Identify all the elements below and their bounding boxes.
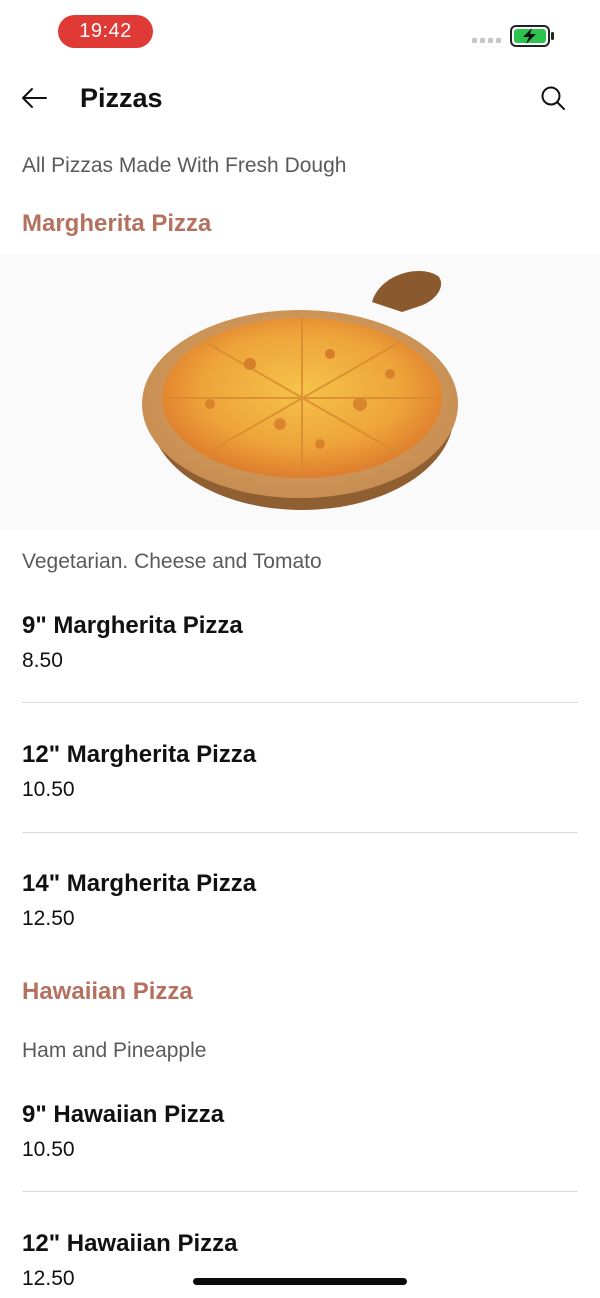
nav-bar: Pizzas: [0, 64, 600, 132]
item-price: 10.50: [22, 1138, 75, 1161]
battery-charging-icon: [510, 25, 556, 47]
menu-item[interactable]: 9" Margherita Pizza 8.50: [0, 610, 600, 738]
item-name: 14" Margherita Pizza: [22, 870, 257, 897]
category-title-hawaiian: Hawaiian Pizza: [22, 978, 193, 1005]
item-price: 12.50: [22, 1267, 75, 1290]
home-indicator[interactable]: [193, 1278, 407, 1285]
item-name: 9" Margherita Pizza: [22, 612, 243, 639]
search-button[interactable]: [530, 78, 576, 118]
category-title-margherita: Margherita Pizza: [22, 210, 212, 237]
menu-item[interactable]: 12" Hawaiian Pizza 12.50: [0, 1228, 600, 1298]
pizza-image: [0, 254, 600, 530]
signal-dots-icon: [472, 38, 504, 44]
divider: [22, 1191, 578, 1192]
item-price: 12.50: [22, 907, 75, 930]
divider: [22, 832, 578, 833]
status-bar: 19:42: [0, 0, 600, 64]
menu-item[interactable]: 9" Hawaiian Pizza 10.50: [0, 1099, 600, 1227]
item-name: 9" Hawaiian Pizza: [22, 1101, 225, 1128]
item-name: 12" Margherita Pizza: [22, 741, 257, 768]
status-time: 19:42: [58, 15, 153, 48]
item-price: 8.50: [22, 649, 63, 672]
divider: [22, 702, 578, 703]
category-description-margherita: Vegetarian. Cheese and Tomato: [22, 550, 322, 573]
page-title: Pizzas: [80, 83, 163, 113]
menu-item[interactable]: 12" Margherita Pizza 10.50: [0, 739, 600, 867]
item-name: 12" Hawaiian Pizza: [22, 1230, 238, 1257]
search-icon: [541, 86, 565, 110]
back-button[interactable]: [12, 78, 56, 118]
item-price: 10.50: [22, 778, 75, 801]
category-description-hawaiian: Ham and Pineapple: [22, 1039, 207, 1062]
menu-intro: All Pizzas Made With Fresh Dough: [22, 154, 347, 177]
arrow-left-icon: [22, 88, 47, 108]
